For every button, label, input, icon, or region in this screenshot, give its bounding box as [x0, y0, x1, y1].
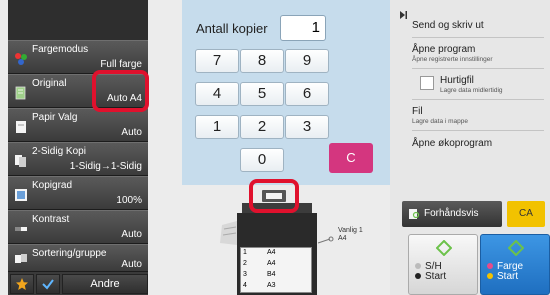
- setting-value: 100%: [116, 195, 142, 206]
- start-indicator-icon: [415, 273, 421, 279]
- menu-subtitle: Åpne registrerte innstillinger: [412, 56, 493, 63]
- copy-count-input[interactable]: 1: [280, 15, 326, 41]
- collapse-panel-icon[interactable]: [398, 10, 408, 20]
- quick-file-checkbox[interactable]: [420, 76, 434, 90]
- setting-value: Auto: [121, 229, 142, 240]
- menu-divider: [412, 37, 544, 38]
- menu-send-print[interactable]: Send og skriv ut: [412, 20, 544, 31]
- bw-indicator-icon: [415, 263, 421, 269]
- bw-start-label-2: Start: [425, 271, 447, 282]
- highlight-ring-original: [92, 70, 149, 112]
- setting-value: Full farge: [100, 59, 142, 70]
- key-6[interactable]: 6: [285, 82, 329, 106]
- setting-label: Kopigrad: [32, 180, 73, 191]
- menu-divider: [412, 99, 544, 100]
- tray-size: A4: [267, 249, 276, 256]
- bottom-bar: Andre: [8, 272, 148, 295]
- tray-number: 3: [243, 271, 247, 278]
- key-5[interactable]: 5: [240, 82, 284, 106]
- copy-count-label: Antall kopier: [196, 21, 268, 36]
- setting-label: Original: [32, 78, 67, 89]
- menu-subtitle: Lagre data midlertidig: [440, 87, 503, 94]
- setting-value: Auto: [121, 127, 142, 138]
- color-mode-button[interactable]: Fargemodus Full farge: [8, 40, 148, 74]
- menu-divider: [412, 130, 544, 131]
- menu-title: Send og skriv ut: [412, 20, 484, 31]
- start-icon: [508, 240, 524, 256]
- menu-title: Hurtigfil: [440, 75, 474, 86]
- menu-open-program[interactable]: Åpne program Åpne registrerte innstillin…: [412, 44, 544, 63]
- tray-number: 2: [243, 260, 247, 267]
- paper-icon: [16, 121, 26, 133]
- start-indicator-icon: [487, 273, 493, 279]
- menu-title: Fil: [412, 106, 423, 117]
- key-7[interactable]: 7: [195, 49, 239, 73]
- setting-label: Sortering/gruppe: [32, 248, 107, 259]
- preview-button[interactable]: Forhåndsvis: [402, 201, 502, 227]
- settings-panel: Fargemodus Full farge Original Auto A4 P…: [8, 0, 148, 295]
- output-paper-size: A4: [338, 235, 347, 242]
- sort-icon: [15, 254, 27, 263]
- tray-size: B4: [267, 271, 276, 278]
- action-menu-panel: Send og skriv ut Åpne program Åpne regis…: [390, 0, 550, 295]
- tray-number: 1: [243, 249, 247, 256]
- copy-screen: Fargemodus Full farge Original Auto A4 P…: [0, 0, 550, 295]
- copy-ratio-button[interactable]: Kopigrad 100%: [8, 176, 148, 210]
- key-2[interactable]: 2: [240, 115, 284, 139]
- sort-group-button[interactable]: Sortering/gruppe Auto: [8, 244, 148, 272]
- checkmark-icon: [42, 279, 54, 290]
- duplex-copy-button[interactable]: 2-Sidig Kopi 1-Sidig→1-Sidig: [8, 142, 148, 176]
- menu-open-eco-program[interactable]: Åpne økoprogram: [412, 138, 544, 149]
- star-icon: [16, 278, 28, 290]
- setting-value: Auto: [121, 259, 142, 270]
- menu-title: Åpne program: [412, 44, 476, 55]
- duplex-icon: [15, 155, 26, 167]
- copy-count-panel: Antall kopier 1 7 8 9 4 5 6 1 2 3 0 C: [182, 0, 390, 185]
- preview-icon: [409, 209, 420, 219]
- menu-divider: [412, 68, 544, 69]
- bw-start-button[interactable]: S/H Start: [408, 234, 478, 295]
- key-9[interactable]: 9: [285, 49, 329, 73]
- output-paper-type: Vanlig 1: [338, 227, 363, 234]
- paper-trays: 1 A4 2 A4 3 B4 4 A3: [240, 247, 312, 293]
- more-settings-button[interactable]: Andre: [62, 274, 148, 294]
- color-mode-icon: [15, 53, 27, 65]
- paper-select-button[interactable]: Papir Valg Auto: [8, 108, 148, 142]
- menu-file[interactable]: Fil Lagre data i mappe: [412, 106, 544, 125]
- setting-value: 1-Sidig→1-Sidig: [69, 161, 142, 172]
- confirm-button[interactable]: [36, 274, 60, 294]
- favorite-button[interactable]: [10, 274, 34, 294]
- key-0[interactable]: 0: [240, 148, 284, 172]
- document-feeder-icon[interactable]: [261, 189, 287, 203]
- key-1[interactable]: 1: [195, 115, 239, 139]
- highlight-ring-document-feeder: [249, 179, 299, 213]
- contrast-icon: [15, 227, 27, 231]
- key-4[interactable]: 4: [195, 82, 239, 106]
- clear-button[interactable]: C: [329, 143, 373, 173]
- menu-title: Åpne økoprogram: [412, 138, 493, 149]
- setting-label: Kontrast: [32, 214, 70, 225]
- color-indicator-icon: [487, 263, 493, 269]
- contrast-button[interactable]: Kontrast Auto: [8, 210, 148, 244]
- clear-all-button[interactable]: CA: [507, 201, 545, 227]
- color-start-button[interactable]: Farge Start: [480, 234, 550, 295]
- zoom-icon: [15, 189, 27, 201]
- setting-label: Fargemodus: [32, 44, 89, 55]
- menu-subtitle: Lagre data i mappe: [412, 118, 469, 125]
- menu-quick-file[interactable]: Hurtigfil Lagre data midlertidig: [412, 75, 544, 94]
- setting-label: Papir Valg: [32, 112, 78, 123]
- key-3[interactable]: 3: [285, 115, 329, 139]
- tray-size: A4: [267, 260, 276, 267]
- tray-size: A3: [267, 282, 276, 289]
- setting-label: 2-Sidig Kopi: [32, 146, 86, 157]
- start-icon: [436, 240, 452, 256]
- key-8[interactable]: 8: [240, 49, 284, 73]
- preview-label: Forhåndsvis: [424, 208, 479, 219]
- color-start-label-2: Start: [497, 271, 519, 282]
- original-icon: [15, 86, 26, 100]
- tray-number: 4: [243, 282, 247, 289]
